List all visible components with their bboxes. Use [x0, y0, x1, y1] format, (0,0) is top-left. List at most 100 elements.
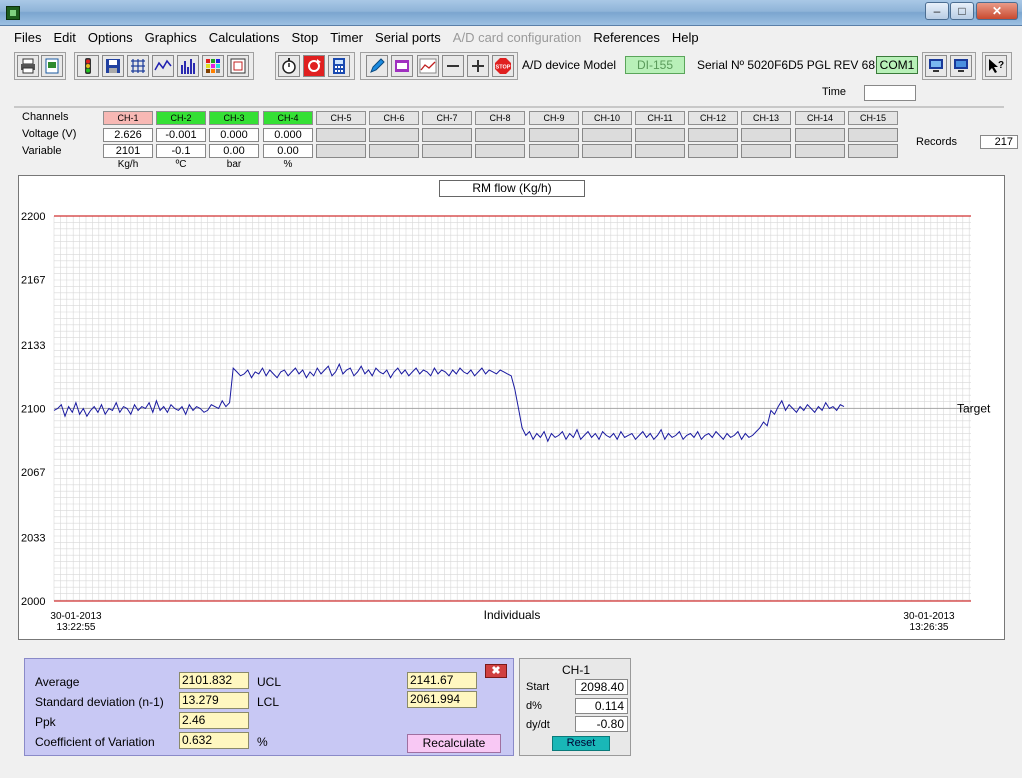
unit-label: bar: [226, 159, 242, 170]
plus-icon[interactable]: [467, 55, 489, 77]
records-label: Records: [916, 136, 957, 148]
window-titlebar: – □ ✕: [0, 0, 1022, 26]
monitor-alt-icon[interactable]: [950, 55, 972, 77]
dydt-label: dy/dt: [526, 719, 550, 731]
y-tick-label: 2167: [21, 275, 45, 287]
channel-toggle-ch-4[interactable]: CH-4: [263, 111, 313, 125]
variable-cell: [582, 144, 632, 158]
menu-references[interactable]: References: [587, 30, 665, 45]
menu-a-d-card-configuration[interactable]: A/D card configuration: [447, 30, 588, 45]
channel-detail-title: CH-1: [561, 663, 590, 677]
reset-counter-icon[interactable]: [303, 55, 325, 77]
channel-toggle-ch-14[interactable]: CH-14: [795, 111, 845, 125]
svg-text:?: ?: [998, 60, 1004, 71]
line-chart-icon[interactable]: [152, 55, 174, 77]
calculator-icon[interactable]: [328, 55, 350, 77]
channel-toggle-ch-8[interactable]: CH-8: [475, 111, 525, 125]
close-stats-button[interactable]: ✖: [485, 664, 507, 678]
channel-toggle-ch-6[interactable]: CH-6: [369, 111, 419, 125]
unit-label: Kg/h: [117, 159, 139, 170]
menu-graphics[interactable]: Graphics: [139, 30, 203, 45]
channel-toggle-ch-3[interactable]: CH-3: [209, 111, 259, 125]
channels-panel: Channels Voltage (V) Variable CH-1 2.626 2…: [14, 106, 1018, 172]
target-label: Target: [957, 402, 991, 416]
stopwatch-icon[interactable]: [278, 55, 300, 77]
cv-label: Coefficient of Variation: [35, 735, 155, 749]
menu-files[interactable]: Files: [8, 30, 47, 45]
voltage-cell: [741, 128, 791, 142]
toolbar-group-help: ?: [982, 52, 1012, 80]
channel-toggle-ch-15[interactable]: CH-15: [848, 111, 898, 125]
variable-cell: [475, 144, 525, 158]
print-icon[interactable]: [17, 55, 39, 77]
x-axis-label: Individuals: [484, 608, 541, 622]
statistics-panel: Average 2101.832 UCL 2141.67 Standard de…: [24, 658, 514, 756]
variable-cell: [529, 144, 579, 158]
variable-cell: [422, 144, 472, 158]
menu-calculations[interactable]: Calculations: [203, 30, 286, 45]
voltage-cell: [422, 128, 472, 142]
menu-stop[interactable]: Stop: [286, 30, 325, 45]
minus-icon[interactable]: [442, 55, 464, 77]
maximize-button[interactable]: □: [950, 2, 974, 20]
x-end-label: 30-01-2013: [903, 611, 955, 622]
lcl-value: 2061.994: [407, 691, 477, 708]
menu-help[interactable]: Help: [666, 30, 705, 45]
channel-toggle-ch-9[interactable]: CH-9: [529, 111, 579, 125]
export-icon[interactable]: [41, 55, 63, 77]
y-tick-label: 2033: [21, 532, 45, 544]
recalculate-button[interactable]: Recalculate: [407, 734, 501, 753]
trend-chart-icon[interactable]: [417, 55, 439, 77]
channel-toggle-ch-11[interactable]: CH-11: [635, 111, 685, 125]
menu-bar: Files Edit Options Graphics Calculations Stop…: [0, 26, 1022, 48]
voltage-cell: 0.000: [263, 128, 313, 142]
close-window-button[interactable]: ✕: [976, 2, 1018, 20]
color-palette-icon[interactable]: [202, 55, 224, 77]
variable-cell: -0.1: [156, 144, 206, 158]
window-icon[interactable]: [391, 55, 413, 77]
voltage-cell: [475, 128, 525, 142]
bar-chart-icon[interactable]: [177, 55, 199, 77]
context-help-icon[interactable]: ?: [985, 55, 1007, 77]
traffic-light-icon[interactable]: [77, 55, 99, 77]
channel-toggle-ch-5[interactable]: CH-5: [316, 111, 366, 125]
device-model-value: DI-155: [625, 56, 685, 74]
minimize-button[interactable]: –: [925, 2, 949, 20]
grid-icon[interactable]: [127, 55, 149, 77]
com-port-indicator[interactable]: COM1: [876, 56, 918, 74]
toolbar: STOP A/D device Model DI-155 Serial Nº 5…: [0, 50, 1022, 82]
menu-serial-ports[interactable]: Serial ports: [369, 30, 447, 45]
menu-options[interactable]: Options: [82, 30, 139, 45]
variable-cell: 0.00: [209, 144, 259, 158]
variable-cell: 2101: [103, 144, 153, 158]
save-icon[interactable]: [102, 55, 124, 77]
toolbar-group-timer: [275, 52, 355, 80]
start-value[interactable]: 2098.40: [575, 679, 628, 695]
voltage-cell: 2.626: [103, 128, 153, 142]
y-tick-label: 2100: [21, 404, 45, 416]
reset-button[interactable]: Reset: [552, 736, 610, 751]
channel-toggle-ch-10[interactable]: CH-10: [582, 111, 632, 125]
voltage-cell: -0.001: [156, 128, 206, 142]
cv-unit: %: [257, 735, 268, 749]
channel-toggle-ch-7[interactable]: CH-7: [422, 111, 472, 125]
channel-toggle-ch-2[interactable]: CH-2: [156, 111, 206, 125]
channel-toggle-ch-13[interactable]: CH-13: [741, 111, 791, 125]
x-start-label: 13:22:55: [57, 622, 96, 633]
pencil-icon[interactable]: [366, 55, 388, 77]
zoom-window-icon[interactable]: [227, 55, 249, 77]
time-label: Time: [822, 86, 847, 98]
menu-timer[interactable]: Timer: [324, 30, 369, 45]
toolbar-group-display: [922, 52, 976, 80]
monitor-icon[interactable]: [925, 55, 947, 77]
chart-title: RM flow (Kg/h): [439, 180, 585, 197]
stop-icon[interactable]: STOP: [492, 55, 514, 77]
serial-info: Serial Nº 5020F6D5 PGL REV 68: [697, 58, 876, 72]
menu-edit[interactable]: Edit: [47, 30, 81, 45]
app-icon[interactable]: [6, 6, 20, 20]
channel-toggle-ch-1[interactable]: CH-1: [103, 111, 153, 125]
channel-detail-panel: CH-1 Start 2098.40 d% 0.114 dy/dt -0.80 …: [519, 658, 631, 756]
channel-toggle-ch-12[interactable]: CH-12: [688, 111, 738, 125]
voltage-cell: [795, 128, 845, 142]
std-dev-value: 13.279: [179, 692, 249, 709]
